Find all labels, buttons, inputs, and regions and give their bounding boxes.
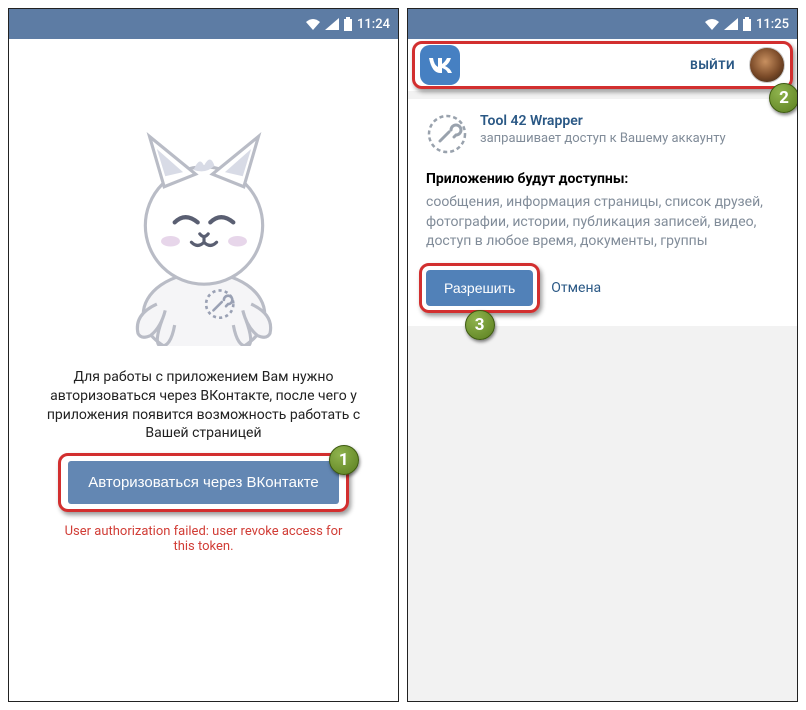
allow-button[interactable]: Разрешить: [426, 270, 533, 306]
app-info-row: Tool 42 Wrapper запрашивает доступ к Ваш…: [426, 113, 779, 155]
oauth-header: ВЫЙТИ 2: [408, 39, 797, 91]
vk-logo-icon: [420, 45, 460, 85]
permissions-title: Приложению будут доступны:: [426, 171, 779, 187]
app-subtitle: запрашивает доступ к Вашему аккаунту: [480, 131, 726, 146]
avatar[interactable]: [749, 47, 785, 83]
mascot-illustration: [99, 126, 309, 346]
wrench-icon: [426, 113, 468, 155]
auth-description: Для работы с приложением Вам нужно автор…: [39, 368, 368, 444]
callout-badge-3: 3: [465, 310, 495, 340]
status-bar: 11:24: [9, 9, 398, 39]
phone-screen-2: 11:25 ВЫЙТИ 2 Tool 4: [407, 8, 798, 702]
status-time: 11:24: [357, 17, 390, 32]
app-name: Tool 42 Wrapper: [480, 113, 726, 129]
status-time: 11:25: [756, 17, 789, 32]
wifi-icon: [704, 18, 720, 30]
status-bar: 11:25: [408, 9, 797, 39]
phone-screen-1: 11:24: [8, 8, 399, 702]
logout-link[interactable]: ВЫЙТИ: [690, 58, 735, 72]
auth-error-message: User authorization failed: user revoke a…: [39, 524, 368, 554]
battery-icon: [742, 17, 752, 31]
battery-icon: [343, 17, 353, 31]
signal-icon: [325, 18, 339, 30]
permissions-list: сообщения, информация страницы, список д…: [426, 193, 779, 252]
wifi-icon: [305, 18, 321, 30]
authorize-vk-button[interactable]: Авторизоваться через ВКонтакте: [68, 461, 339, 504]
signal-icon: [724, 18, 738, 30]
cancel-link[interactable]: Отмена: [551, 280, 601, 296]
